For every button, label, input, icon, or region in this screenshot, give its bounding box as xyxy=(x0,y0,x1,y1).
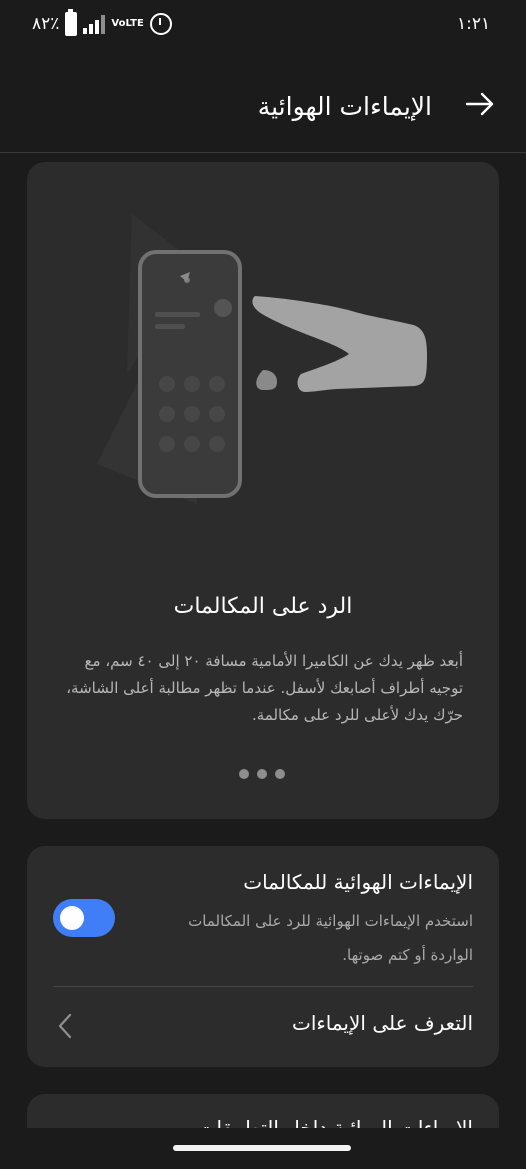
status-time: ١:٢١ xyxy=(457,14,491,34)
air-gesture-illustration xyxy=(97,214,427,504)
battery-percent: ٨٢٪ xyxy=(32,14,60,34)
page-dot xyxy=(275,769,285,779)
volte-icon: VoLTE xyxy=(111,18,144,29)
air-gesture-toggle[interactable] xyxy=(53,899,115,937)
page-title: الإيماءات الهوائية xyxy=(257,92,432,121)
learn-gestures-row[interactable]: التعرف على الإيماءات xyxy=(27,987,499,1067)
page-dot xyxy=(257,769,267,779)
page-indicator xyxy=(239,769,285,779)
back-button[interactable] xyxy=(462,86,498,122)
toggle-title: الإيماءات الهوائية للمكالمات xyxy=(243,870,473,894)
card-description: أبعد ظهر يدك عن الكاميرا الأمامية مسافة … xyxy=(66,652,463,724)
header-divider xyxy=(0,152,526,153)
learn-gestures-label: التعرف على الإيماءات xyxy=(291,1011,473,1035)
arrow-right-icon xyxy=(465,92,494,116)
gesture-handle[interactable] xyxy=(173,1145,351,1151)
status-icons: ٨٢٪ VoLTE xyxy=(32,9,172,36)
toggle-description: استخدم الإيماءات الهوائية للرد على المكا… xyxy=(188,912,473,964)
card-title: الرد على المكالمات xyxy=(173,594,353,619)
settings-card: الإيماءات الهوائية للمكالمات استخدم الإي… xyxy=(27,846,499,1067)
status-bar: ٨٢٪ VoLTE ١:٢١ xyxy=(0,0,526,52)
battery-icon xyxy=(65,9,78,36)
toggle-knob xyxy=(60,906,84,930)
illustration-card: الرد على المكالمات أبعد ظهر يدك عن الكام… xyxy=(27,162,499,819)
page-dot xyxy=(239,769,249,779)
chevron-left-icon xyxy=(58,1013,72,1039)
alarm-icon xyxy=(149,13,172,35)
signal-icon xyxy=(83,14,106,34)
